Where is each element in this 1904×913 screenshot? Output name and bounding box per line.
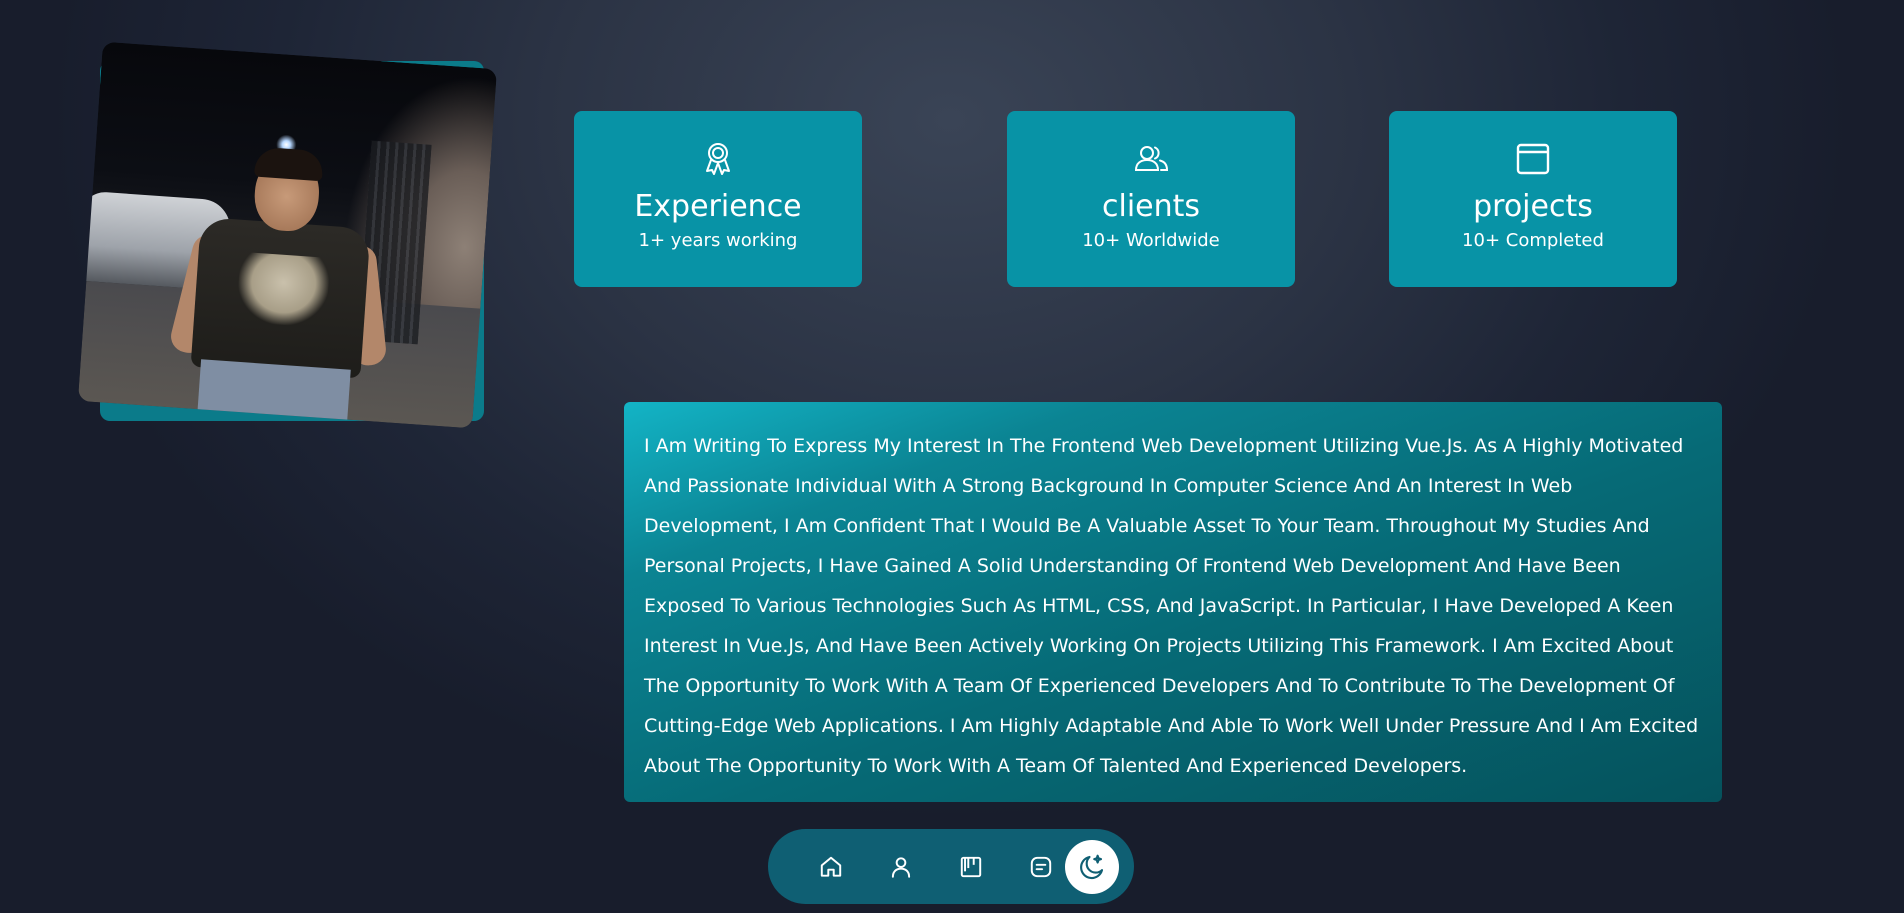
home-icon — [820, 856, 842, 877]
photo-hair — [253, 146, 324, 182]
stat-subtitle: 10+ Worldwide — [1082, 230, 1220, 251]
nav-contact-button[interactable] — [1021, 847, 1061, 887]
stat-title: projects — [1473, 189, 1593, 224]
nav-home-button[interactable] — [811, 847, 851, 887]
user-icon — [891, 857, 911, 878]
moon-icon — [1080, 854, 1104, 880]
stat-title: clients — [1101, 189, 1201, 224]
award-icon — [698, 139, 738, 179]
stat-subtitle: 1+ years working — [638, 230, 798, 251]
users-icon — [1131, 139, 1171, 179]
about-text: I Am Writing To Express My Interest In T… — [644, 435, 1699, 777]
stat-subtitle: 10+ Completed — [1462, 230, 1604, 251]
stat-card-clients: clients 10+ Worldwide — [1007, 111, 1295, 287]
stat-card-experience: Experience 1+ years working — [574, 111, 862, 287]
stat-title: Experience — [634, 189, 802, 224]
nav-about-button[interactable] — [881, 847, 921, 887]
window-icon — [1513, 139, 1553, 179]
stat-card-projects: projects 10+ Completed — [1389, 111, 1677, 287]
nav-theme-toggle-button[interactable] — [1065, 840, 1119, 894]
portfolio-icon — [960, 856, 982, 878]
photo-shirt-print — [235, 251, 331, 328]
profile-photo — [77, 41, 498, 429]
bottom-nav — [768, 829, 1134, 904]
about-section: I Am Writing To Express My Interest In T… — [624, 402, 1722, 802]
nav-portfolio-button[interactable] — [951, 847, 991, 887]
message-icon — [1030, 856, 1052, 878]
